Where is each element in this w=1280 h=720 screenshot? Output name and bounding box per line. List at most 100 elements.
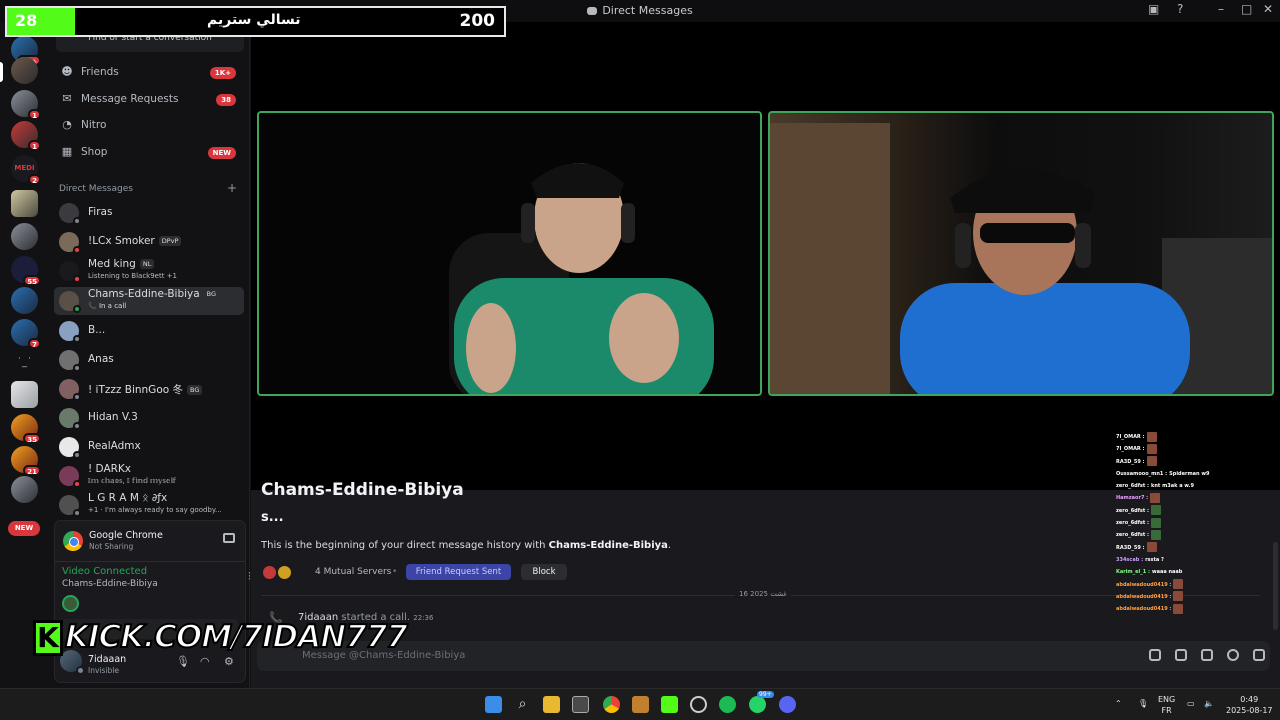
gift-icon[interactable] <box>1149 649 1161 661</box>
dm-item[interactable]: RealAdmx <box>54 433 244 461</box>
windows-start-icon[interactable] <box>485 696 502 713</box>
dm-item[interactable]: L G R A M ᛟ ∂ƒx +1 · I'm always ready to… <box>54 491 244 519</box>
kick-chat-user: zero_6dfst : <box>1116 483 1150 490</box>
nav-shop[interactable]: ▦ Shop NEW <box>56 140 244 165</box>
server-icon[interactable] <box>11 476 38 503</box>
stream-banner: 28 تسالي ستريم 200 <box>5 6 506 37</box>
nav-label: Nitro <box>81 119 107 131</box>
chevron-up-icon[interactable]: ⌃ <box>1115 698 1122 709</box>
server-icon[interactable]: 21 <box>11 446 41 476</box>
dm-name: ! iTzzz BinnGoo 冬 BG <box>88 382 203 397</box>
sticker-icon[interactable] <box>1201 649 1213 661</box>
kick-chat-line: zero_6dfst : <box>1116 505 1266 517</box>
dm-item[interactable]: !LCx Smoker DPvP <box>54 228 244 256</box>
dm-name-text: Med king <box>88 258 136 270</box>
nav-message-requests[interactable]: ✉ Message Requests 38 <box>56 87 244 112</box>
search-icon[interactable]: ⌕ <box>514 696 531 713</box>
discord-icon[interactable] <box>779 696 796 713</box>
file-explorer-icon[interactable] <box>543 696 560 713</box>
add-dm-button[interactable]: + <box>227 181 237 195</box>
mic-icon[interactable]: 🎙 <box>1138 698 1148 709</box>
status-indicator <box>73 393 81 401</box>
server-icon[interactable]: 55 <box>11 256 41 286</box>
dm-item[interactable]: Anas <box>54 346 244 374</box>
voice-channel[interactable]: Chams-Eddine-Bibiya <box>62 579 158 589</box>
dm-item[interactable]: ! iTzzz BinnGoo 冬 BG <box>54 375 244 403</box>
stream-title: تسالي ستريم <box>207 12 301 28</box>
whatsapp-icon[interactable]: 99+ <box>749 691 774 713</box>
nav-nitro[interactable]: ◔ Nitro <box>56 113 244 138</box>
clock[interactable]: 0:49 2025-08-17 <box>1226 694 1273 716</box>
mail-icon: ✉ <box>62 92 72 105</box>
app-icon[interactable] <box>632 696 649 713</box>
server-pill <box>0 62 3 82</box>
kick-chat-line: Oussamooo_mn1 : Spiderman w9 <box>1116 468 1266 480</box>
status-indicator <box>73 305 81 313</box>
block-button[interactable]: Block <box>521 564 567 580</box>
server-icon[interactable]: 35 <box>11 414 41 444</box>
server-icon[interactable] <box>11 57 38 84</box>
dm-item-active[interactable]: Chams-Eddine-Bibiya BG 📞 In a call <box>54 287 244 315</box>
chat-scrollbar[interactable] <box>1273 542 1278 630</box>
language-indicator[interactable]: ENG FR <box>1158 694 1175 716</box>
video-tile-remote[interactable] <box>768 111 1274 396</box>
status-indicator <box>73 335 81 343</box>
emote-icon <box>1151 505 1162 516</box>
dm-item[interactable]: Firas <box>54 199 244 227</box>
server-icon[interactable]: ˙_˙ <box>11 349 38 376</box>
message-input[interactable]: Message @Chams-Eddine-Bibiya <box>257 641 1270 671</box>
nav-label: Shop <box>81 146 108 158</box>
screen-share-icon[interactable] <box>223 533 235 543</box>
server-icon[interactable] <box>11 190 38 217</box>
dm-item[interactable]: Hidan V.3 <box>54 404 244 432</box>
dm-name-text: Chams-Eddine-Bibiya <box>88 288 200 300</box>
chrome-icon[interactable] <box>603 696 620 713</box>
server-icon[interactable]: MEDI 2 <box>11 155 41 185</box>
help-icon[interactable]: ? <box>1177 2 1183 16</box>
server-icon[interactable] <box>11 223 38 250</box>
emote-icon <box>1151 517 1162 528</box>
video-tile-self[interactable] <box>257 111 762 396</box>
emoji-icon[interactable] <box>1227 649 1239 661</box>
dm-item[interactable]: B... <box>54 317 244 345</box>
server-icon[interactable]: 1 <box>11 90 41 120</box>
close-button[interactable]: ✕ <box>1263 2 1273 16</box>
dm-tag: BG <box>187 385 203 395</box>
language-bottom: FR <box>1161 706 1172 715</box>
dm-item[interactable]: ! DARKx 𝕀𝕞 𝕔𝕙𝕒𝕠𝕤, 𝕀 𝕗𝕚𝕟𝕕 𝕞𝕪𝕤𝕖𝕝𝕗 <box>54 462 244 490</box>
mutual-servers-link[interactable]: 4 Mutual Servers <box>315 567 391 577</box>
obs-icon[interactable] <box>690 696 707 713</box>
activity-app-status: Not Sharing <box>89 542 134 551</box>
kick-chat-message: rssta ? <box>1145 556 1164 563</box>
clock-time: 0:49 <box>1240 695 1259 704</box>
friend-request-sent-button[interactable]: Friend Request Sent <box>406 564 511 580</box>
kick-chat-line: abdalwadoud0419 : <box>1116 603 1266 615</box>
kick-icon[interactable] <box>661 696 678 713</box>
mutual-server-icons <box>263 564 303 579</box>
dm-item[interactable]: Med king NL Listening to Black9ett +1 <box>54 257 244 285</box>
minimize-button[interactable]: – <box>1218 2 1224 16</box>
gif-icon[interactable] <box>1175 649 1187 661</box>
server-icon[interactable]: 1 <box>11 121 41 151</box>
maximize-button[interactable]: □ <box>1241 2 1252 16</box>
spotify-icon[interactable] <box>719 696 736 713</box>
nav-friends[interactable]: ☻ Friends 1K+ <box>56 60 244 85</box>
store-icon[interactable] <box>572 696 589 713</box>
network-icon[interactable]: ▭ <box>1187 698 1195 709</box>
dm-activity: 📞 In a call <box>88 302 127 310</box>
server-icon[interactable] <box>11 381 38 408</box>
server-icon[interactable]: 7 <box>11 319 41 349</box>
inbox-icon[interactable]: ▣ <box>1148 2 1159 16</box>
kick-logo: K <box>33 620 63 656</box>
dm-name: Firas <box>88 206 113 218</box>
chat-subheading: s... <box>261 510 284 525</box>
kick-chat-line: abdalwadoud0419 : <box>1116 579 1266 591</box>
kick-chat-line: RA3D_59 : <box>1116 542 1266 554</box>
apps-icon[interactable] <box>1253 649 1265 661</box>
chat-intro-suffix: . <box>667 540 672 551</box>
emote-icon <box>1151 529 1162 540</box>
volume-icon[interactable]: 🔈 <box>1204 698 1214 709</box>
whatsapp-badge: 99+ <box>757 691 774 698</box>
kick-chat-line: 7I_OMAR : <box>1116 443 1266 455</box>
server-icon[interactable] <box>11 287 38 314</box>
